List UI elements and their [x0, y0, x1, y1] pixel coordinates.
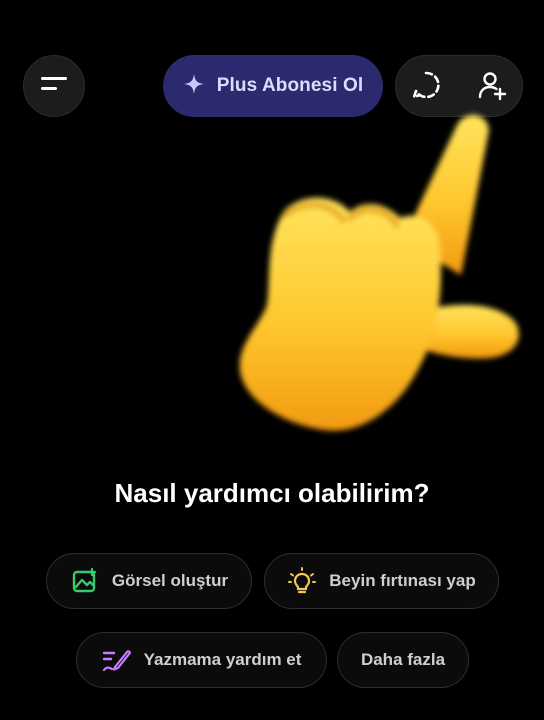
suggestion-brainstorm[interactable]: Beyin fırtınası yap — [264, 553, 499, 609]
suggestion-label: Daha fazla — [360, 650, 446, 669]
subscribe-label: Plus Abonesi Ol — [216, 75, 364, 96]
pointing-up-hand-emoji — [225, 100, 535, 445]
menu-icon — [39, 73, 69, 100]
sparkle-icon — [183, 73, 205, 100]
suggestion-create-image[interactable]: Görsel oluştur — [46, 553, 252, 609]
pen-icon — [102, 645, 132, 675]
lightbulb-icon — [287, 566, 317, 596]
suggestion-label: Beyin fırtınası yap — [329, 571, 476, 590]
page-title: Nasıl yardımcı olabilirim? — [114, 478, 430, 508]
suggestion-help-me-write[interactable]: Yazmama yardım et — [76, 632, 327, 688]
suggestion-more[interactable]: Daha fazla — [337, 632, 469, 688]
image-icon — [70, 566, 100, 596]
menu-button[interactable] — [23, 55, 85, 117]
suggestion-label: Görsel oluştur — [111, 571, 229, 590]
suggestion-label: Yazmama yardım et — [143, 650, 302, 669]
